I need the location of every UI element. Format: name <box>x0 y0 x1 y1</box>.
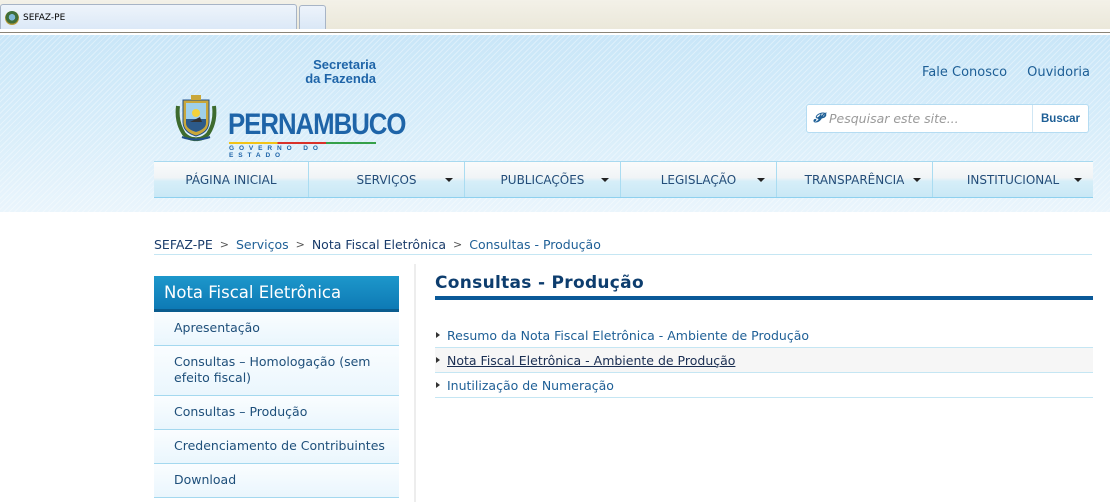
logo-color-stripe <box>229 142 376 144</box>
nav-item-publicacoes[interactable]: PUBLICAÇÕES <box>465 162 621 197</box>
site-favicon-icon <box>5 10 19 25</box>
breadcrumb-separator: > <box>453 238 463 251</box>
logo-state-name: PERNAMBUCO <box>228 108 406 141</box>
chevron-down-icon <box>1074 178 1082 182</box>
list-item: Inutilização de Numeração <box>435 373 1093 398</box>
search-icon: 𝓟 <box>813 111 823 126</box>
browser-tab-title: SEFAZ-PE <box>23 12 66 23</box>
nav-item-label: PÁGINA INICIAL <box>185 172 277 187</box>
sidebar-item-consultas-homologacao[interactable]: Consultas – Homologação (sem efeito fisc… <box>154 346 399 396</box>
resumo-nfe-link[interactable]: Resumo da Nota Fiscal Eletrônica - Ambie… <box>447 328 809 343</box>
breadcrumb-separator: > <box>219 238 229 251</box>
sidebar-item-download[interactable]: Download <box>154 464 399 498</box>
chevron-down-icon <box>445 178 453 182</box>
ouvidoria-link[interactable]: Ouvidoria <box>1027 65 1090 80</box>
list-item: Resumo da Nota Fiscal Eletrônica - Ambie… <box>435 323 1093 348</box>
sidebar: Nota Fiscal Eletrônica Apresentação Cons… <box>154 264 416 502</box>
arrow-right-icon <box>436 382 440 388</box>
breadcrumb: SEFAZ-PE > Serviços > Nota Fiscal Eletrô… <box>154 235 1092 255</box>
nav-item-label: LEGISLAÇÃO <box>660 172 737 187</box>
nav-item-label: PUBLICAÇÕES <box>500 172 585 187</box>
logo-secretaria-line1: Secretaria <box>313 57 376 72</box>
nav-item-servicos[interactable]: SERVIÇOS <box>309 162 465 197</box>
chevron-down-icon <box>757 178 765 182</box>
nav-item-institucional[interactable]: INSTITUCIONAL <box>933 162 1093 197</box>
inutilizacao-link[interactable]: Inutilização de Numeração <box>447 378 614 393</box>
nav-item-label: SERVIÇOS <box>356 172 417 187</box>
main-content: Consultas - Produção Resumo da Nota Fisc… <box>435 273 1093 398</box>
nav-item-legislacao[interactable]: LEGISLAÇÃO <box>621 162 777 197</box>
top-links: Fale Conosco Ouvidoria <box>922 65 1090 80</box>
list-item: Nota Fiscal Eletrônica - Ambiente de Pro… <box>435 348 1093 373</box>
breadcrumb-item-servicos[interactable]: Serviços <box>236 237 289 252</box>
coat-of-arms-icon <box>175 95 217 142</box>
nav-item-transparencia[interactable]: TRANSPARÊNCIA <box>777 162 933 197</box>
link-list: Resumo da Nota Fiscal Eletrônica - Ambie… <box>435 323 1093 398</box>
site-header: Secretaria da Fazenda PERNAMBUCO GOVERNO… <box>0 35 1110 212</box>
browser-tab[interactable]: SEFAZ-PE <box>0 4 297 30</box>
breadcrumb-separator: > <box>295 238 305 251</box>
chevron-down-icon <box>913 178 921 182</box>
logo-subtitle: GOVERNO DO ESTADO <box>229 145 323 159</box>
logo-secretaria: Secretaria da Fazenda <box>305 58 376 86</box>
column-divider <box>414 264 416 502</box>
sidebar-item-consultas-producao[interactable]: Consultas – Produção <box>154 396 399 430</box>
sidebar-item-apresentacao[interactable]: Apresentação <box>154 312 399 346</box>
browser-tab-strip: SEFAZ-PE <box>0 0 1110 33</box>
new-tab-button[interactable] <box>299 5 326 30</box>
search-box: 𝓟 Buscar <box>806 104 1089 133</box>
nav-item-pagina-inicial[interactable]: PÁGINA INICIAL <box>154 162 309 197</box>
nfe-producao-link[interactable]: Nota Fiscal Eletrônica - Ambiente de Pro… <box>447 353 735 368</box>
arrow-right-icon <box>436 357 440 363</box>
nav-item-label: INSTITUCIONAL <box>966 172 1060 187</box>
search-button[interactable]: Buscar <box>1032 105 1088 132</box>
main-nav: PÁGINA INICIAL SERVIÇOS PUBLICAÇÕES LEGI… <box>154 161 1093 198</box>
fale-conosco-link[interactable]: Fale Conosco <box>922 65 1007 80</box>
chevron-down-icon <box>601 178 609 182</box>
site-logo[interactable]: Secretaria da Fazenda PERNAMBUCO GOVERNO… <box>174 55 406 159</box>
breadcrumb-item-home[interactable]: SEFAZ-PE <box>154 237 213 252</box>
sidebar-title: Nota Fiscal Eletrônica <box>154 276 399 312</box>
breadcrumb-item-current: Consultas - Produção <box>469 237 601 252</box>
arrow-right-icon <box>436 332 440 338</box>
logo-secretaria-line2: da Fazenda <box>305 71 376 86</box>
breadcrumb-item-nfe[interactable]: Nota Fiscal Eletrônica <box>312 237 446 252</box>
search-input[interactable] <box>829 105 1032 132</box>
nav-item-label: TRANSPARÊNCIA <box>804 172 905 187</box>
sidebar-item-credenciamento[interactable]: Credenciamento de Contribuintes <box>154 430 399 464</box>
page-title: Consultas - Produção <box>435 273 1093 300</box>
